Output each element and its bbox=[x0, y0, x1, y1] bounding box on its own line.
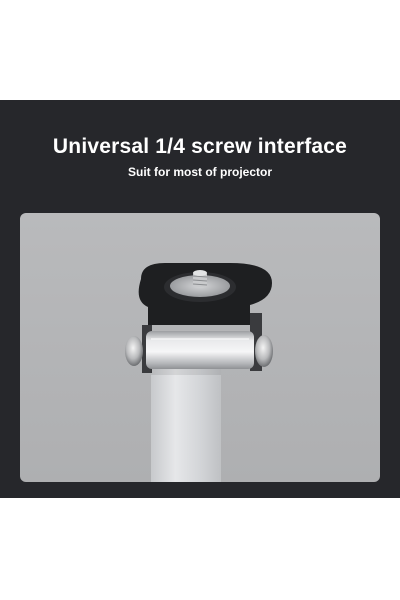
feature-subtitle: Suit for most of projector bbox=[128, 165, 272, 179]
hinge-bolt-right-icon bbox=[255, 335, 273, 367]
hinge-barrel bbox=[146, 331, 254, 369]
product-page: Universal 1/4 screw interface Suit for m… bbox=[0, 0, 400, 600]
product-photo bbox=[20, 213, 380, 482]
feature-title: Universal 1/4 screw interface bbox=[52, 135, 348, 158]
hinge-bolt-left-icon bbox=[125, 336, 143, 366]
